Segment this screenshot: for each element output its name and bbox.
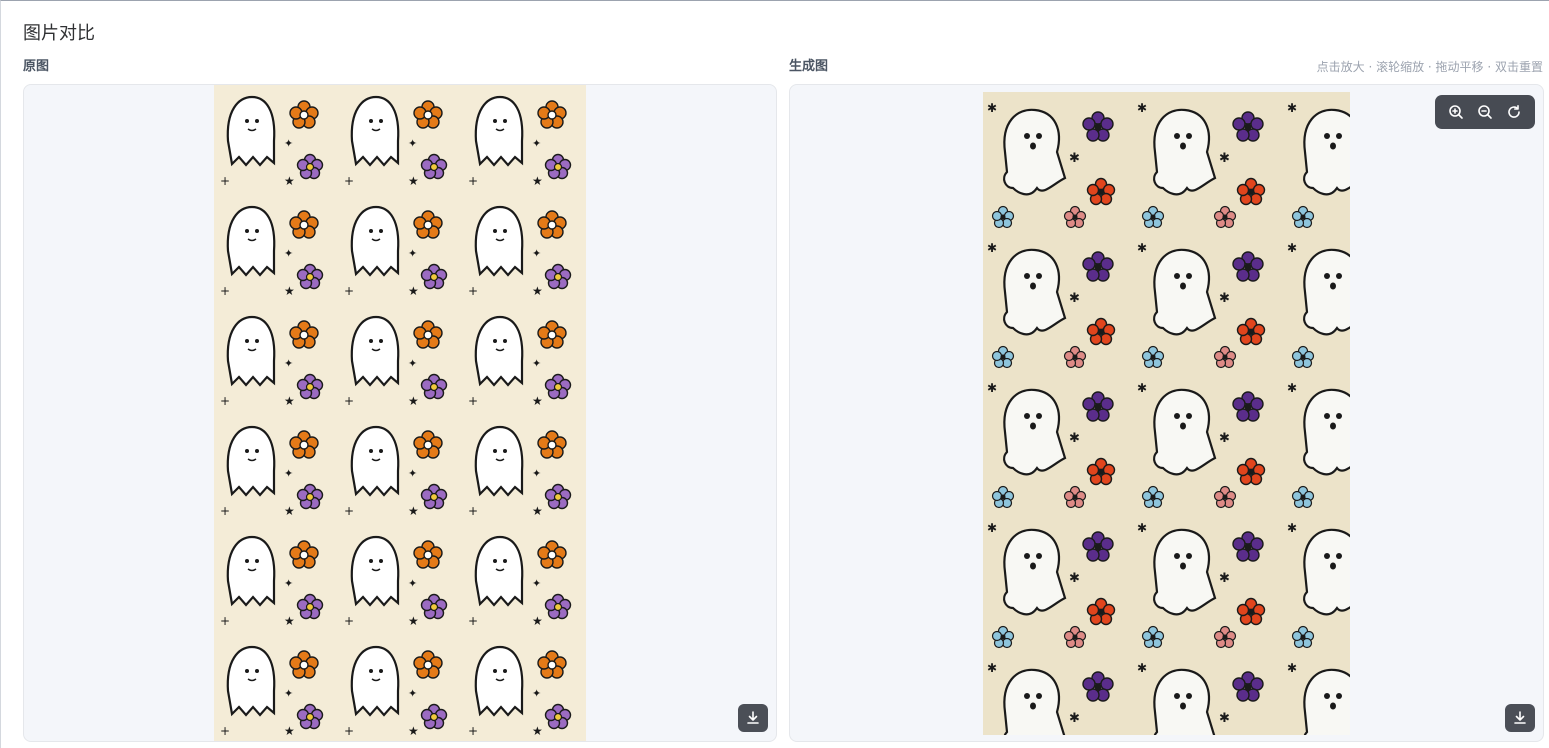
- interaction-hint: 点击放大 · 滚轮缩放 · 拖动平移 · 双击重置: [1316, 60, 1543, 74]
- original-image[interactable]: ★ + ✦: [214, 85, 586, 742]
- reset-icon: [1508, 105, 1521, 118]
- generated-image-panel[interactable]: ✱ ✱: [789, 84, 1544, 742]
- reset-button[interactable]: [1502, 100, 1526, 124]
- download-original-button[interactable]: [738, 704, 768, 732]
- page-title: 图片对比: [23, 23, 95, 44]
- original-image-panel[interactable]: ★ + ✦: [23, 84, 777, 742]
- zoom-in-icon: [1448, 105, 1463, 119]
- generated-image[interactable]: ✱ ✱: [983, 92, 1350, 735]
- zoom-out-icon: [1478, 105, 1492, 119]
- download-generated-button[interactable]: [1505, 704, 1535, 732]
- zoom-out-button[interactable]: [1473, 100, 1497, 124]
- zoom-in-button[interactable]: [1444, 100, 1468, 124]
- original-label: 原图: [23, 59, 50, 74]
- download-icon: [1514, 711, 1526, 724]
- zoom-toolbar: [1435, 95, 1535, 129]
- download-icon: [747, 711, 759, 724]
- generated-label: 生成图: [789, 59, 829, 74]
- image-compare-page: 图片对比 原图 生成图 点击放大 · 滚轮缩放 · 拖动平移 · 双击重置: [0, 0, 1549, 748]
